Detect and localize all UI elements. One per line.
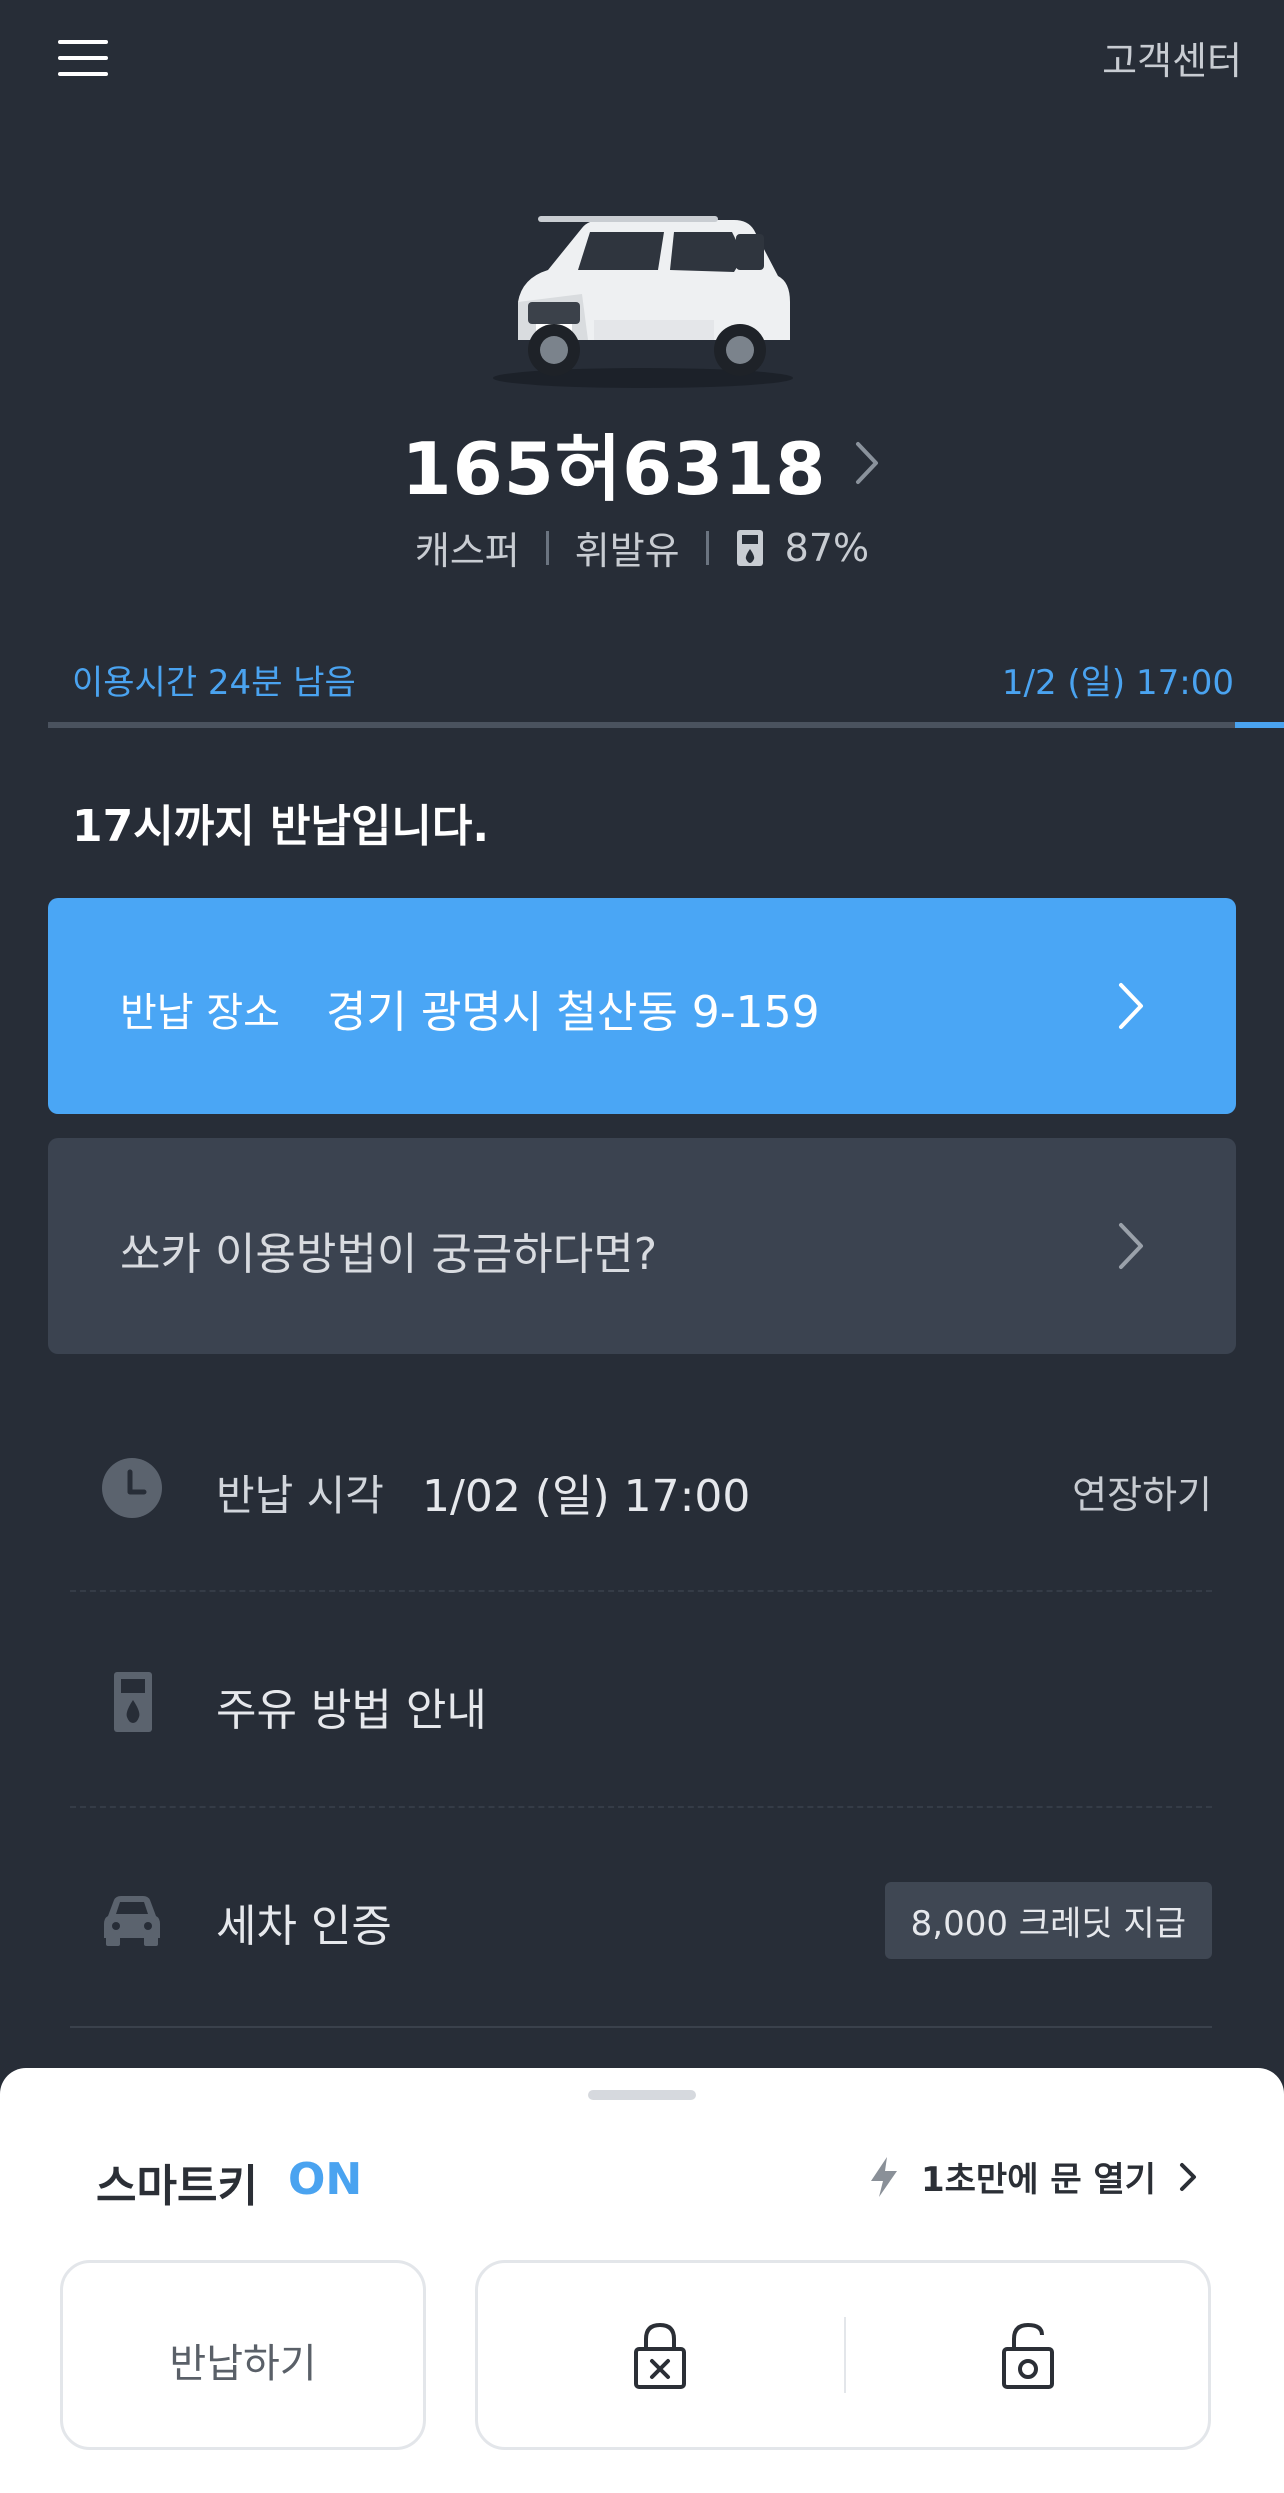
car-wash-label: 세차 인증 <box>216 1901 392 1952</box>
chevron-right-icon <box>1119 983 1143 1029</box>
fuel-level: 87% <box>784 525 870 570</box>
fuel-pump-icon <box>114 1672 152 1732</box>
return-time-label: 반납 시각 <box>216 1471 384 1520</box>
return-time-value: 1/02 (일) 17:00 <box>422 1471 751 1522</box>
divider <box>705 530 709 565</box>
divider <box>70 1806 1212 1808</box>
divider <box>70 2026 1212 2028</box>
usage-guide-card[interactable]: 쏘카 이용방법이 궁금하다면? <box>48 1138 1236 1354</box>
unlock-button[interactable] <box>846 2263 1214 2447</box>
remaining-time: 이용시간 24분 남음 <box>72 663 356 703</box>
quick-open-label: 1초만에 문 열기 <box>920 2160 1156 2200</box>
chevron-right-icon <box>1180 2162 1196 2191</box>
vehicle-fuel-type: 휘발유 <box>574 529 680 573</box>
credit-badge: 8,000 크레딧 지급 <box>884 1882 1212 1959</box>
return-location-address: 경기 광명시 철산동 9-159 <box>326 987 820 1038</box>
usage-progress-fill <box>1235 722 1284 728</box>
usage-guide-text: 쏘카 이용방법이 궁금하다면? <box>120 1229 658 1280</box>
return-car-button[interactable]: 반납하기 <box>60 2260 426 2450</box>
lock-controls <box>475 2260 1211 2450</box>
return-notice: 17시까지 반납입니다. <box>72 801 490 852</box>
smart-key-status: ON <box>288 2154 363 2205</box>
lock-button[interactable] <box>478 2263 846 2447</box>
return-time-row: 반납 시각 1/02 (일) 17:00 연장하기 <box>70 1388 1212 1588</box>
return-car-label: 반납하기 <box>169 2341 317 2387</box>
fuel-guide-row[interactable]: 주유 방법 안내 <box>70 1602 1212 1802</box>
car-image <box>478 190 808 390</box>
vehicle-plate-row[interactable]: 165허6318 <box>0 410 1284 515</box>
car-icon <box>104 1896 160 1946</box>
clock-icon <box>102 1458 162 1518</box>
fuel-guide-label: 주유 방법 안내 <box>216 1685 487 1736</box>
quick-open-button[interactable]: 1초만에 문 열기 <box>867 2152 1198 2201</box>
vehicle-model: 캐스퍼 <box>414 529 520 573</box>
return-location-label: 반납 장소 <box>120 990 280 1036</box>
sheet-drag-handle[interactable] <box>588 2090 696 2100</box>
smart-key-label: 스마트키 <box>96 2161 258 2212</box>
vehicle-plate: 165허6318 <box>401 427 827 511</box>
chevron-right-icon <box>1119 1223 1143 1269</box>
divider <box>545 530 549 565</box>
fuel-gauge-icon <box>736 529 763 566</box>
hamburger-menu-icon[interactable] <box>58 36 112 80</box>
extend-button[interactable]: 연장하기 <box>1072 1464 1212 1519</box>
divider <box>70 1590 1212 1592</box>
vehicle-specs: 캐스퍼 휘발유 87% <box>0 520 1284 575</box>
chevron-right-icon <box>856 441 879 484</box>
lightning-bolt-icon <box>870 2156 897 2197</box>
lock-icon <box>634 2322 686 2389</box>
usage-progress-track <box>48 722 1284 728</box>
unlock-icon <box>1002 2322 1054 2389</box>
car-wash-row[interactable]: 세차 인증 8,000 크레딧 지급 <box>70 1818 1212 2018</box>
rental-end-time: 1/2 (일) 17:00 <box>1001 663 1234 703</box>
customer-center-link[interactable]: 고객센터 <box>1102 30 1242 85</box>
return-location-card[interactable]: 반납 장소 경기 광명시 철산동 9-159 <box>48 898 1236 1114</box>
